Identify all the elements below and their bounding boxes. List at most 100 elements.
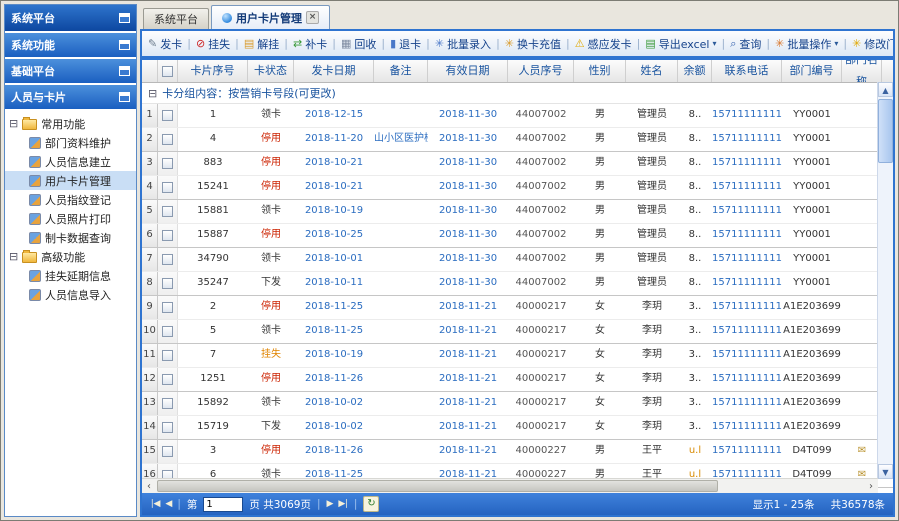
- row-checkbox[interactable]: [162, 422, 173, 433]
- scroll-down-icon[interactable]: ▼: [878, 464, 893, 479]
- sidebar-section-1[interactable]: 基础平台: [5, 59, 136, 83]
- table-row[interactable]: 1315892领卡2018-10-022018-11-2140000217女李玥…: [142, 392, 893, 416]
- next-page-button[interactable]: ▶: [327, 499, 333, 509]
- sidebar-header[interactable]: 系统平台: [5, 5, 136, 31]
- row-checkbox[interactable]: [162, 134, 173, 145]
- page-input[interactable]: [203, 497, 243, 512]
- toolbar-button-1[interactable]: ⊘挂失: [196, 36, 230, 52]
- row-number: 2: [142, 128, 158, 151]
- column-header-date[interactable]: 发卡日期: [294, 60, 374, 82]
- row-checkbox[interactable]: [162, 398, 173, 409]
- row-checkbox[interactable]: [162, 446, 173, 457]
- row-checkbox[interactable]: [162, 326, 173, 337]
- toolbar-button-3[interactable]: ⇄补卡: [293, 36, 327, 52]
- window-icon: [119, 66, 130, 76]
- row-checkbox[interactable]: [162, 158, 173, 169]
- tree-item[interactable]: 人员信息导入: [5, 285, 136, 304]
- toolbar-button-8[interactable]: ⚠感应发卡: [575, 36, 632, 52]
- scroll-right-icon[interactable]: ›: [864, 481, 878, 492]
- table-row[interactable]: 415241停用2018-10-212018-11-3044007002男管理员…: [142, 176, 893, 200]
- tree-item[interactable]: 人员指纹登记: [5, 190, 136, 209]
- tree-item[interactable]: 挂失延期信息: [5, 266, 136, 285]
- toolbar-button-11[interactable]: ✳批量操作▾: [775, 36, 838, 52]
- table-row[interactable]: 835247下发2018-10-112018-11-3044007002男管理员…: [142, 272, 893, 296]
- sidebar-section-label: 基础平台: [11, 63, 55, 79]
- column-header-no[interactable]: [142, 60, 158, 82]
- row-checkbox[interactable]: [162, 278, 173, 289]
- vertical-scroll-thumb[interactable]: [878, 99, 893, 163]
- column-header-pid[interactable]: 人员序号: [508, 60, 574, 82]
- cell-sex: 男: [574, 272, 626, 295]
- row-checkbox[interactable]: [162, 230, 173, 241]
- horizontal-scroll-thumb[interactable]: [157, 480, 718, 492]
- sidebar-section-0[interactable]: 系统功能: [5, 33, 136, 57]
- toolbar-button-0[interactable]: ✎发卡: [148, 36, 182, 52]
- tree-item[interactable]: 人员照片打印: [5, 209, 136, 228]
- toolbar-button-2[interactable]: ▤解挂: [244, 36, 279, 52]
- collapse-icon[interactable]: ⊟: [148, 88, 157, 99]
- row-checkbox[interactable]: [162, 182, 173, 193]
- column-header-extra[interactable]: 部门名称: [842, 60, 882, 82]
- cell-extra: [842, 272, 882, 295]
- tree-item[interactable]: 人员信息建立: [5, 152, 136, 171]
- prev-page-button[interactable]: ◀: [165, 499, 171, 509]
- column-header-name[interactable]: 姓名: [626, 60, 678, 82]
- table-row[interactable]: 24停用2018-11-20山小区医护楼2018-11-3044007002男管…: [142, 128, 893, 152]
- tab-user-card-management[interactable]: 用户卡片管理 ×: [211, 5, 330, 29]
- vertical-scrollbar[interactable]: ▲ ▼: [877, 82, 893, 479]
- scroll-up-icon[interactable]: ▲: [878, 82, 893, 97]
- toolbar-button-12[interactable]: ✳修改门禁号: [852, 36, 893, 52]
- table-row[interactable]: 117挂失2018-10-192018-11-2140000217女李玥3..1…: [142, 344, 893, 368]
- tab-system-platform[interactable]: 系统平台: [143, 8, 209, 29]
- table-row[interactable]: 734790领卡2018-10-012018-11-3044007002男管理员…: [142, 248, 893, 272]
- table-row[interactable]: 105领卡2018-11-252018-11-2140000217女李玥3..1…: [142, 320, 893, 344]
- tree-item[interactable]: 部门资料维护: [5, 133, 136, 152]
- column-header-cb[interactable]: [158, 60, 178, 82]
- collapse-icon[interactable]: ⊟: [9, 251, 18, 262]
- tree-item[interactable]: 制卡数据查询: [5, 228, 136, 247]
- column-header-valid[interactable]: 有效日期: [428, 60, 508, 82]
- sidebar-section-2[interactable]: 人员与卡片: [5, 85, 136, 109]
- toolbar-button-7[interactable]: ✳换卡充值: [505, 36, 561, 52]
- table-row[interactable]: 515881领卡2018-10-192018-11-3044007002男管理员…: [142, 200, 893, 224]
- column-header-dept[interactable]: 部门编号: [782, 60, 842, 82]
- horizontal-scrollbar[interactable]: ‹ ›: [142, 478, 878, 493]
- table-row[interactable]: 3883停用2018-10-212018-11-3044007002男管理员8.…: [142, 152, 893, 176]
- table-row[interactable]: 92停用2018-11-252018-11-2140000217女李玥3..15…: [142, 296, 893, 320]
- toolbar-button-6[interactable]: ✳批量录入: [435, 36, 491, 52]
- toolbar-button-9[interactable]: ▤导出excel▾: [645, 36, 716, 52]
- row-checkbox[interactable]: [162, 110, 173, 121]
- header-checkbox[interactable]: [162, 66, 173, 77]
- tree-item-label: 人员照片打印: [45, 211, 111, 227]
- scroll-left-icon[interactable]: ‹: [142, 481, 156, 492]
- row-checkbox[interactable]: [162, 350, 173, 361]
- first-page-button[interactable]: ∣◀: [150, 499, 159, 509]
- toolbar-button-4[interactable]: ▦回收: [341, 36, 376, 52]
- table-row[interactable]: 121251停用2018-11-262018-11-2140000217女李玥3…: [142, 368, 893, 392]
- table-row[interactable]: 11领卡2018-12-152018-11-3044007002男管理员8..1…: [142, 104, 893, 128]
- collapse-icon[interactable]: ⊟: [9, 118, 18, 129]
- tree-folder[interactable]: ⊟常用功能: [5, 114, 136, 133]
- column-header-remark[interactable]: 备注: [374, 60, 428, 82]
- tree-item[interactable]: 用户卡片管理: [5, 171, 136, 190]
- tree-folder[interactable]: ⊟高级功能: [5, 247, 136, 266]
- tab-close-icon[interactable]: ×: [306, 11, 319, 24]
- toolbar-button-10[interactable]: ⌕查询: [730, 36, 761, 52]
- row-checkbox[interactable]: [162, 254, 173, 265]
- last-page-button[interactable]: ▶∣: [338, 499, 347, 509]
- group-header-row[interactable]: ⊟ 卡分组内容：按营销卡号段(可更改): [142, 83, 893, 104]
- toolbar-button-5[interactable]: ▮退卡: [390, 36, 421, 52]
- row-checkbox[interactable]: [162, 206, 173, 217]
- cell-pid: 44007002: [508, 248, 574, 271]
- table-row[interactable]: 153停用2018-11-262018-11-2140000227男王平u.l1…: [142, 440, 893, 464]
- table-row[interactable]: 615887停用2018-10-252018-11-3044007002男管理员…: [142, 224, 893, 248]
- refresh-icon[interactable]: ↻: [363, 496, 379, 512]
- row-checkbox[interactable]: [162, 302, 173, 313]
- column-header-bal[interactable]: 余额: [678, 60, 712, 82]
- column-header-sex[interactable]: 性别: [574, 60, 626, 82]
- column-header-status[interactable]: 卡状态: [248, 60, 294, 82]
- column-header-phone[interactable]: 联系电话: [712, 60, 782, 82]
- row-checkbox[interactable]: [162, 374, 173, 385]
- table-row[interactable]: 1415719下发2018-10-022018-11-2140000217女李玥…: [142, 416, 893, 440]
- column-header-card[interactable]: 卡片序号: [178, 60, 248, 82]
